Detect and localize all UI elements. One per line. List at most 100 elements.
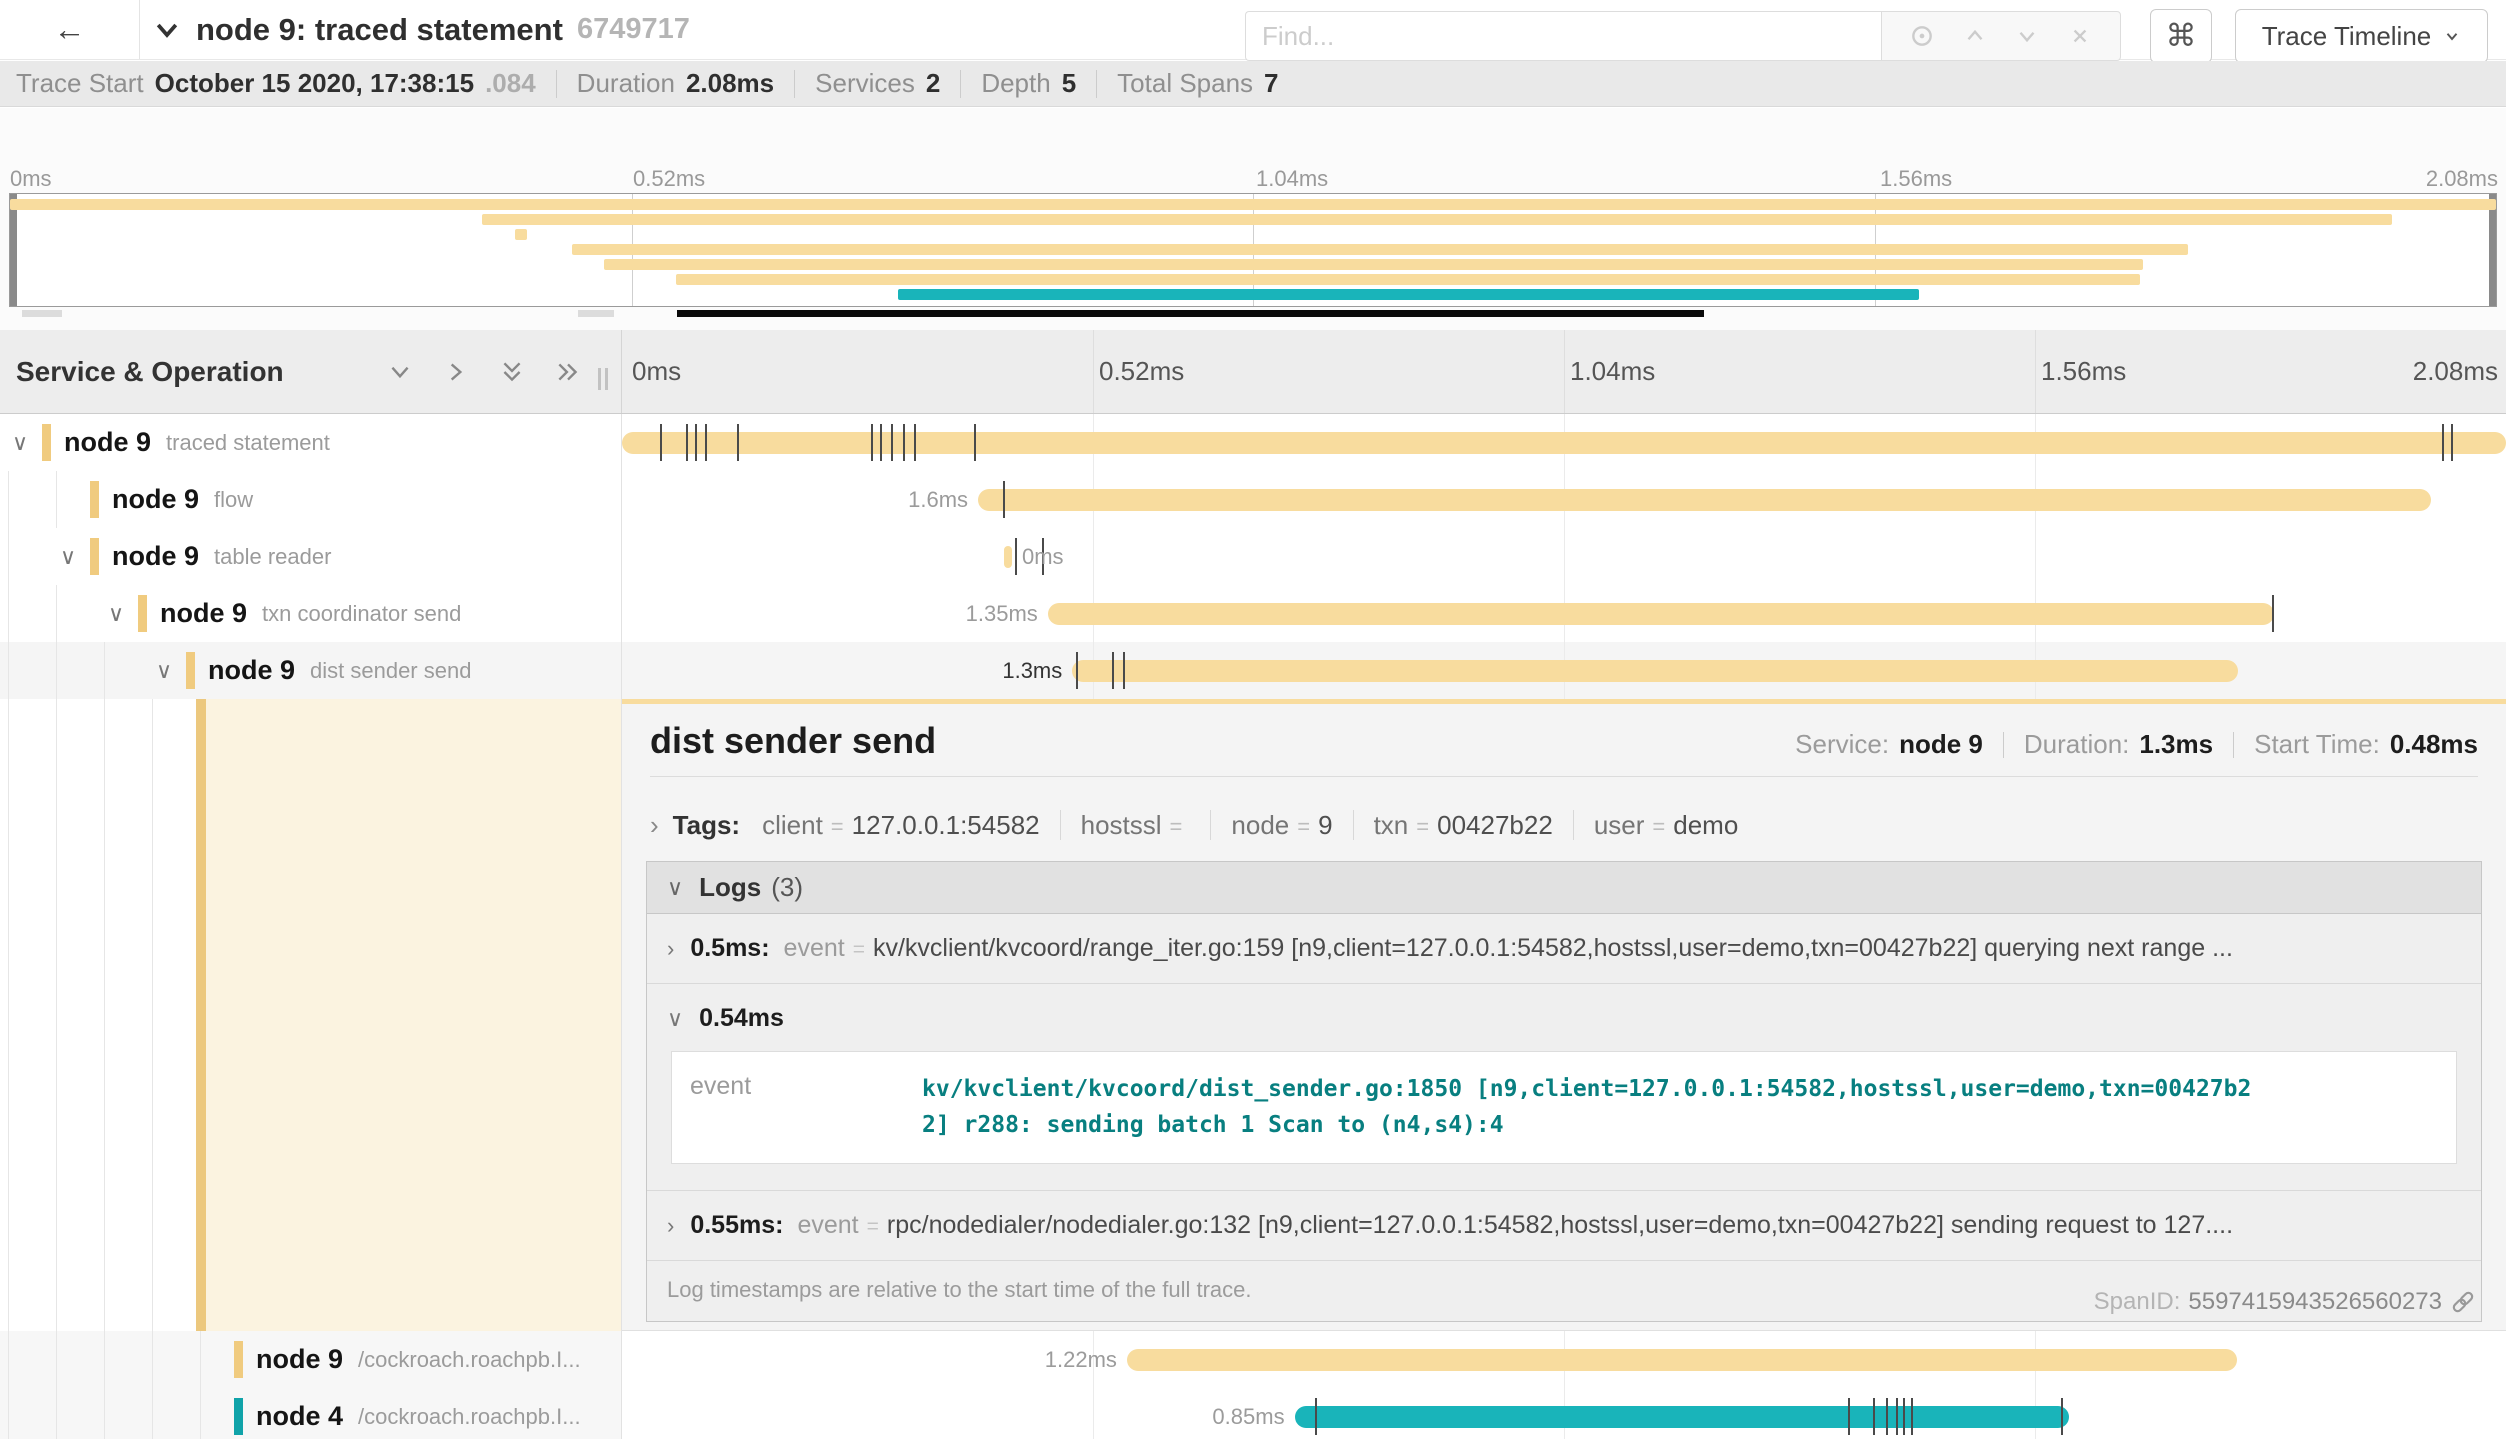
find-group <box>1245 11 2121 61</box>
divider <box>1353 810 1354 840</box>
keyboard-shortcuts-button[interactable]: ⌘ <box>2150 9 2212 63</box>
tag-item[interactable]: hostssl= <box>1081 810 1191 841</box>
tags-row[interactable]: › Tags: client=127.0.0.1:54582hostssl=no… <box>650 801 2478 849</box>
span-duration-bar[interactable] <box>1004 546 1012 568</box>
span-name-cell[interactable]: ∨node 9traced statement <box>0 414 622 471</box>
axis-tick-label: 1.04ms <box>1570 356 1655 387</box>
divider <box>2003 732 2004 758</box>
clear-search-icon[interactable] <box>2067 23 2093 49</box>
span-name: node 9table reader <box>112 528 331 585</box>
minimap-left-handle[interactable] <box>10 194 17 306</box>
span-detail-header: dist sender send Service:node 9Duration:… <box>650 720 2478 762</box>
tree-guide <box>8 1331 9 1388</box>
span-duration-bar[interactable] <box>1072 660 2238 682</box>
expand-chevron-icon[interactable]: ∨ <box>60 544 76 570</box>
span-row[interactable]: ∨node 9traced statement <box>0 414 2506 471</box>
log-entry[interactable]: ∨0.54mseventkv/kvclient/kvcoord/dist_sen… <box>647 983 2481 1190</box>
span-row[interactable]: node 4/cockroach.roachpb.I...0.85ms <box>0 1388 2506 1439</box>
log-field-value: rpc/nodedialer/nodedialer.go:132 [n9,cli… <box>887 1211 2233 1240</box>
tree-guide <box>104 1388 105 1439</box>
log-fields-table: eventkv/kvclient/kvcoord/dist_sender.go:… <box>671 1051 2457 1164</box>
span-row[interactable]: ∨node 9dist sender send1.3ms <box>0 642 2506 699</box>
stat-label: Trace Start <box>16 68 144 99</box>
log-timestamp: 0.54ms <box>699 1004 784 1033</box>
log-marker-tick <box>1873 1398 1875 1435</box>
find-input[interactable] <box>1245 11 1881 61</box>
tag-item[interactable]: node=9 <box>1231 810 1332 841</box>
minimap-canvas[interactable] <box>9 193 2497 307</box>
span-name-cell[interactable]: node 9/cockroach.roachpb.I... <box>0 1331 622 1388</box>
span-id-row: SpanID: 5597415943526560273 <box>2094 1288 2476 1316</box>
log-marker-tick <box>1003 481 1005 518</box>
expand-all-icon[interactable] <box>555 359 581 385</box>
expand-chevron-icon[interactable]: ∨ <box>156 658 172 684</box>
back-button[interactable]: ← <box>0 0 140 59</box>
span-timeline-cell[interactable] <box>622 414 2506 471</box>
stat-value: 2.08ms <box>686 68 774 99</box>
collapse-trace-chevron-icon[interactable] <box>152 15 182 45</box>
span-name-cell[interactable]: ∨node 9dist sender send <box>0 642 622 699</box>
previous-match-icon[interactable] <box>1962 23 1988 49</box>
log-marker-tick <box>1315 1398 1317 1435</box>
span-id-label: SpanID: <box>2094 1288 2181 1316</box>
span-rows: node 9/cockroach.roachpb.I...1.22msnode … <box>0 1331 2506 1439</box>
tree-controls <box>387 359 581 385</box>
minimap-span-bar <box>604 259 2143 270</box>
collapse-all-icon[interactable] <box>499 359 525 385</box>
trace-view-selector[interactable]: Trace Timeline <box>2235 9 2488 63</box>
focus-match-icon[interactable] <box>1909 23 1935 49</box>
span-row[interactable]: node 9flow1.6ms <box>0 471 2506 528</box>
minimap-right-handle[interactable] <box>2489 194 2496 306</box>
span-duration-label: 1.22ms <box>1045 1347 1117 1373</box>
divider <box>650 776 2478 777</box>
logs-header[interactable]: ∨ Logs (3) <box>647 862 2481 914</box>
minimap-tick-label: 0ms <box>10 166 52 192</box>
service-operation-header: Service & Operation <box>0 330 622 413</box>
log-marker-tick <box>1886 1398 1888 1435</box>
span-name-cell[interactable]: ∨node 9txn coordinator send <box>0 585 622 642</box>
span-row[interactable]: node 9/cockroach.roachpb.I... 1.22ms <box>0 1331 2506 1388</box>
collapse-one-level-icon[interactable] <box>387 359 413 385</box>
span-timeline-cell[interactable]: 1.22ms <box>622 1331 2506 1388</box>
tags-label: Tags: <box>673 810 740 841</box>
expand-chevron-icon[interactable]: ∨ <box>108 601 124 627</box>
timeline-grid-header: Service & Operation 0ms 0.52ms 1.04ms 1.… <box>0 330 2506 414</box>
top-bar: ← node 9: traced statement 6749717 ⌘ Tra… <box>0 0 2506 60</box>
tag-item[interactable]: user=demo <box>1594 810 1738 841</box>
log-entry[interactable]: ›0.55ms:event=rpc/nodedialer/nodedialer.… <box>647 1190 2481 1260</box>
link-icon[interactable] <box>2450 1289 2476 1315</box>
column-resize-grip[interactable] <box>598 368 608 390</box>
span-timeline-cell[interactable]: 1.35ms <box>622 585 2506 642</box>
tag-item[interactable]: txn=00427b22 <box>1374 810 1553 841</box>
minimap-scroll-indicator[interactable] <box>677 310 1704 317</box>
span-name-cell[interactable]: node 9flow <box>0 471 622 528</box>
back-arrow-icon: ← <box>54 11 86 48</box>
command-icon: ⌘ <box>2166 18 2197 54</box>
next-match-icon[interactable] <box>2014 23 2040 49</box>
span-row[interactable]: ∨node 9txn coordinator send1.35ms <box>0 585 2506 642</box>
log-entry[interactable]: ›0.5ms:event=kv/kvclient/kvcoord/range_i… <box>647 914 2481 983</box>
span-timeline-cell[interactable]: 0ms <box>622 528 2506 585</box>
trace-stat: Duration 2.08ms <box>577 68 774 99</box>
tag-item[interactable]: client=127.0.0.1:54582 <box>762 810 1040 841</box>
span-name-cell[interactable]: ∨ node 9table reader <box>0 528 622 585</box>
chevron-right-icon: › <box>667 936 674 962</box>
span-name-cell[interactable]: node 4/cockroach.roachpb.I... <box>0 1388 622 1439</box>
service-color-strip <box>234 1341 243 1378</box>
span-timeline-cell[interactable]: 1.3ms <box>622 642 2506 699</box>
span-row[interactable]: ∨ node 9table reader 0ms <box>0 528 2506 585</box>
span-duration-bar[interactable] <box>978 489 2431 511</box>
span-duration-bar[interactable] <box>1127 1349 2237 1371</box>
log-marker-tick <box>2451 424 2453 461</box>
span-duration-bar[interactable] <box>1048 603 2274 625</box>
span-timeline-cell[interactable]: 1.6ms <box>622 471 2506 528</box>
trace-stat: Total Spans7 <box>1117 68 1278 99</box>
minimap-handle-mark <box>22 310 62 317</box>
operation-name: dist sender send <box>310 658 471 684</box>
span-duration-bar[interactable] <box>1295 1406 2069 1428</box>
service-color-strip <box>42 424 51 461</box>
expand-chevron-icon[interactable]: ∨ <box>12 430 28 456</box>
stat-label: Duration <box>577 68 675 99</box>
expand-one-level-icon[interactable] <box>443 359 469 385</box>
span-timeline-cell[interactable]: 0.85ms <box>622 1388 2506 1439</box>
